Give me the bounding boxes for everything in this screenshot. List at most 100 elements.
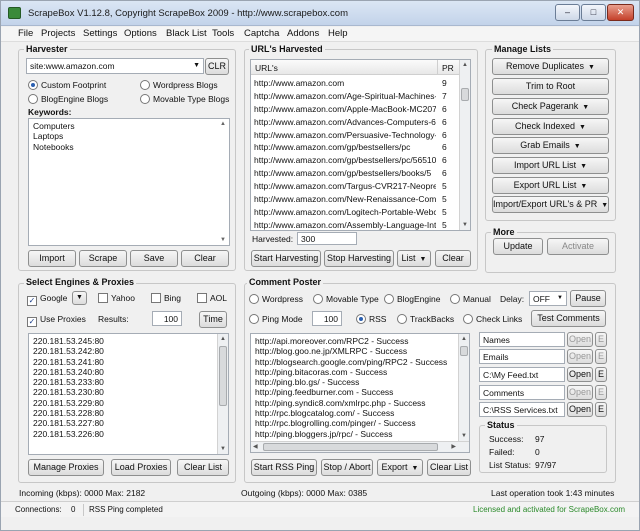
wordpress-blogs-radio[interactable]: Wordpress Blogs — [140, 80, 218, 90]
edit-button[interactable]: E — [595, 332, 607, 347]
clr-button[interactable]: CLR — [205, 58, 229, 75]
scroll-up-icon[interactable]: ▲ — [220, 121, 226, 127]
edit-button[interactable]: E — [595, 402, 607, 417]
file-path-field[interactable]: C:\My Feed.txt — [479, 367, 565, 382]
table-row[interactable]: http://www.amazon.com/Advances-Computers… — [251, 116, 460, 129]
rss-radio[interactable]: RSS — [356, 314, 386, 324]
edit-button[interactable]: E — [595, 349, 607, 364]
ping-value-input[interactable]: 100 — [312, 311, 342, 326]
proxy-item[interactable]: 220.181.53.230:80 — [29, 387, 215, 397]
table-row[interactable]: http://www.amazon.com/gp/bestsellers/pc 6 — [251, 141, 460, 154]
remove-duplicates-button[interactable]: Remove Duplicates ▼ — [492, 58, 609, 75]
import-export-urls-pr-button[interactable]: Import/Export URL's & PR ▼ — [492, 196, 609, 213]
urls-scrollbar[interactable]: ▲ ▼ — [459, 60, 470, 230]
menu-blacklist[interactable]: Black List — [166, 28, 207, 39]
table-row[interactable]: http://www.amazon.com/Assembly-Language-… — [251, 219, 460, 230]
table-row[interactable]: http://www.amazon.com/New-Renaissance-Co… — [251, 193, 460, 206]
scroll-down-icon[interactable]: ▼ — [220, 446, 226, 452]
poster-log[interactable]: http://api.moreover.com/RPC2 - Success ht… — [250, 333, 470, 453]
google-checkbox[interactable]: ✓ Google — [27, 293, 67, 306]
manual-radio[interactable]: Manual — [450, 294, 491, 304]
start-rss-ping-button[interactable]: Start RSS Ping — [251, 459, 317, 476]
ping-mode-radio[interactable]: Ping Mode — [249, 314, 303, 324]
blogengine-blogs-radio[interactable]: BlogEngine Blogs — [28, 94, 108, 104]
check-indexed-button[interactable]: Check Indexed ▼ — [492, 118, 609, 135]
table-row[interactable]: http://www.amazon.com 9 — [251, 77, 460, 90]
table-row[interactable]: http://www.amazon.com/gp/bestsellers/boo… — [251, 167, 460, 180]
table-row[interactable]: http://www.amazon.com/Age-Spiritual-Mach… — [251, 90, 460, 103]
scroll-right-icon[interactable]: ▶ — [451, 443, 456, 450]
clear-proxies-button[interactable]: Clear List — [177, 459, 229, 476]
yahoo-checkbox[interactable]: Yahoo — [98, 293, 135, 303]
column-header-pr[interactable]: PR — [442, 63, 454, 73]
import-keywords-button[interactable]: Import — [28, 250, 76, 267]
proxy-item[interactable]: 220.181.53.241:80 — [29, 357, 215, 367]
stop-harvesting-button[interactable]: Stop Harvesting — [324, 250, 394, 267]
proxy-item[interactable]: 220.181.53.233:80 — [29, 377, 215, 387]
save-keywords-button[interactable]: Save — [130, 250, 178, 267]
proxy-scrollbar[interactable]: ▲ ▼ — [217, 334, 228, 454]
clear-log-button[interactable]: Clear List — [427, 459, 471, 476]
proxy-list[interactable]: 220.181.53.245:80 220.181.53.242:80 220.18… — [28, 333, 229, 455]
movable-type-blogs-radio[interactable]: Movable Type Blogs — [140, 94, 229, 104]
check-links-radio[interactable]: Check Links — [463, 314, 522, 324]
wordpress-radio[interactable]: Wordpress — [249, 294, 303, 304]
export-url-list-button[interactable]: Export URL List ▼ — [492, 177, 609, 194]
table-row[interactable]: http://www.amazon.com/gp/bestsellers/pc/… — [251, 154, 460, 167]
import-url-list-button[interactable]: Import URL List ▼ — [492, 157, 609, 174]
open-button[interactable]: Open — [567, 402, 593, 417]
file-path-field[interactable]: C:\RSS Services.txt — [479, 402, 565, 417]
activate-button[interactable]: Activate — [547, 238, 609, 255]
column-header-urls[interactable]: URL's — [255, 63, 278, 73]
file-path-field[interactable]: Comments — [479, 385, 565, 400]
menu-file[interactable]: File — [18, 28, 33, 39]
maximize-button[interactable]: □ — [581, 4, 606, 21]
close-button[interactable]: ✕ — [607, 4, 634, 21]
minimize-button[interactable]: – — [555, 4, 580, 21]
trackbacks-radio[interactable]: TrackBacks — [397, 314, 454, 324]
menu-captcha[interactable]: Captcha — [244, 28, 279, 39]
proxy-item[interactable]: 220.181.53.242:80 — [29, 346, 215, 356]
edit-button[interactable]: E — [595, 367, 607, 382]
menu-addons[interactable]: Addons — [287, 28, 319, 39]
start-harvesting-button[interactable]: Start Harvesting — [251, 250, 321, 267]
proxy-item[interactable]: 220.181.53.245:80 — [29, 336, 215, 346]
proxy-item[interactable]: 220.181.53.227:80 — [29, 418, 215, 428]
pause-button[interactable]: Pause — [570, 290, 606, 307]
manage-proxies-button[interactable]: Manage Proxies — [28, 459, 104, 476]
scroll-thumb[interactable] — [461, 88, 469, 101]
table-row[interactable]: http://www.amazon.com/Apple-MacBook-MC20… — [251, 103, 460, 116]
log-scrollbar[interactable]: ▲ ▼ — [458, 334, 469, 441]
menu-projects[interactable]: Projects — [41, 28, 75, 39]
query-input[interactable]: site:www.amazon.com ▼ — [26, 58, 204, 74]
scroll-thumb[interactable] — [460, 346, 468, 356]
proxy-item[interactable]: 220.181.53.240:80 — [29, 367, 215, 377]
proxy-item[interactable]: 220.181.53.226:80 — [29, 429, 215, 439]
scroll-left-icon[interactable]: ◀ — [253, 443, 258, 450]
custom-footprint-radio[interactable]: Custom Footprint — [28, 80, 106, 90]
blogengine-radio[interactable]: BlogEngine — [384, 294, 440, 304]
scroll-down-icon[interactable]: ▼ — [461, 433, 467, 439]
keywords-textarea[interactable]: Computers Laptops Notebooks ▲ ▼ — [28, 118, 230, 246]
file-path-field[interactable]: Names — [479, 332, 565, 347]
test-comments-button[interactable]: Test Comments — [531, 310, 606, 327]
open-button[interactable]: Open — [567, 367, 593, 382]
open-button[interactable]: Open — [567, 332, 593, 347]
hscroll-thumb[interactable] — [263, 443, 438, 451]
stop-abort-button[interactable]: Stop / Abort — [321, 459, 373, 476]
log-hscrollbar[interactable]: ◀ ▶ — [251, 441, 469, 452]
open-button[interactable]: Open — [567, 349, 593, 364]
time-button[interactable]: Time — [199, 311, 227, 328]
bing-checkbox[interactable]: Bing — [151, 293, 181, 303]
scroll-up-icon[interactable]: ▲ — [462, 62, 468, 68]
table-row[interactable]: http://www.amazon.com/Targus-CVR217-Neop… — [251, 180, 460, 193]
urls-table[interactable]: URL's PR http://www.amazon.com 9 http://ww… — [250, 59, 471, 231]
google-dropdown-icon[interactable]: ▼ — [72, 291, 87, 305]
chevron-down-icon[interactable]: ▼ — [193, 62, 200, 69]
check-pagerank-button[interactable]: Check Pagerank ▼ — [492, 98, 609, 115]
delay-select[interactable]: OFF ▼ — [529, 291, 567, 306]
update-button[interactable]: Update — [493, 238, 543, 255]
scroll-down-icon[interactable]: ▼ — [220, 237, 226, 243]
file-path-field[interactable]: Emails — [479, 349, 565, 364]
table-row[interactable]: http://www.amazon.com/Persuasive-Technol… — [251, 129, 460, 142]
